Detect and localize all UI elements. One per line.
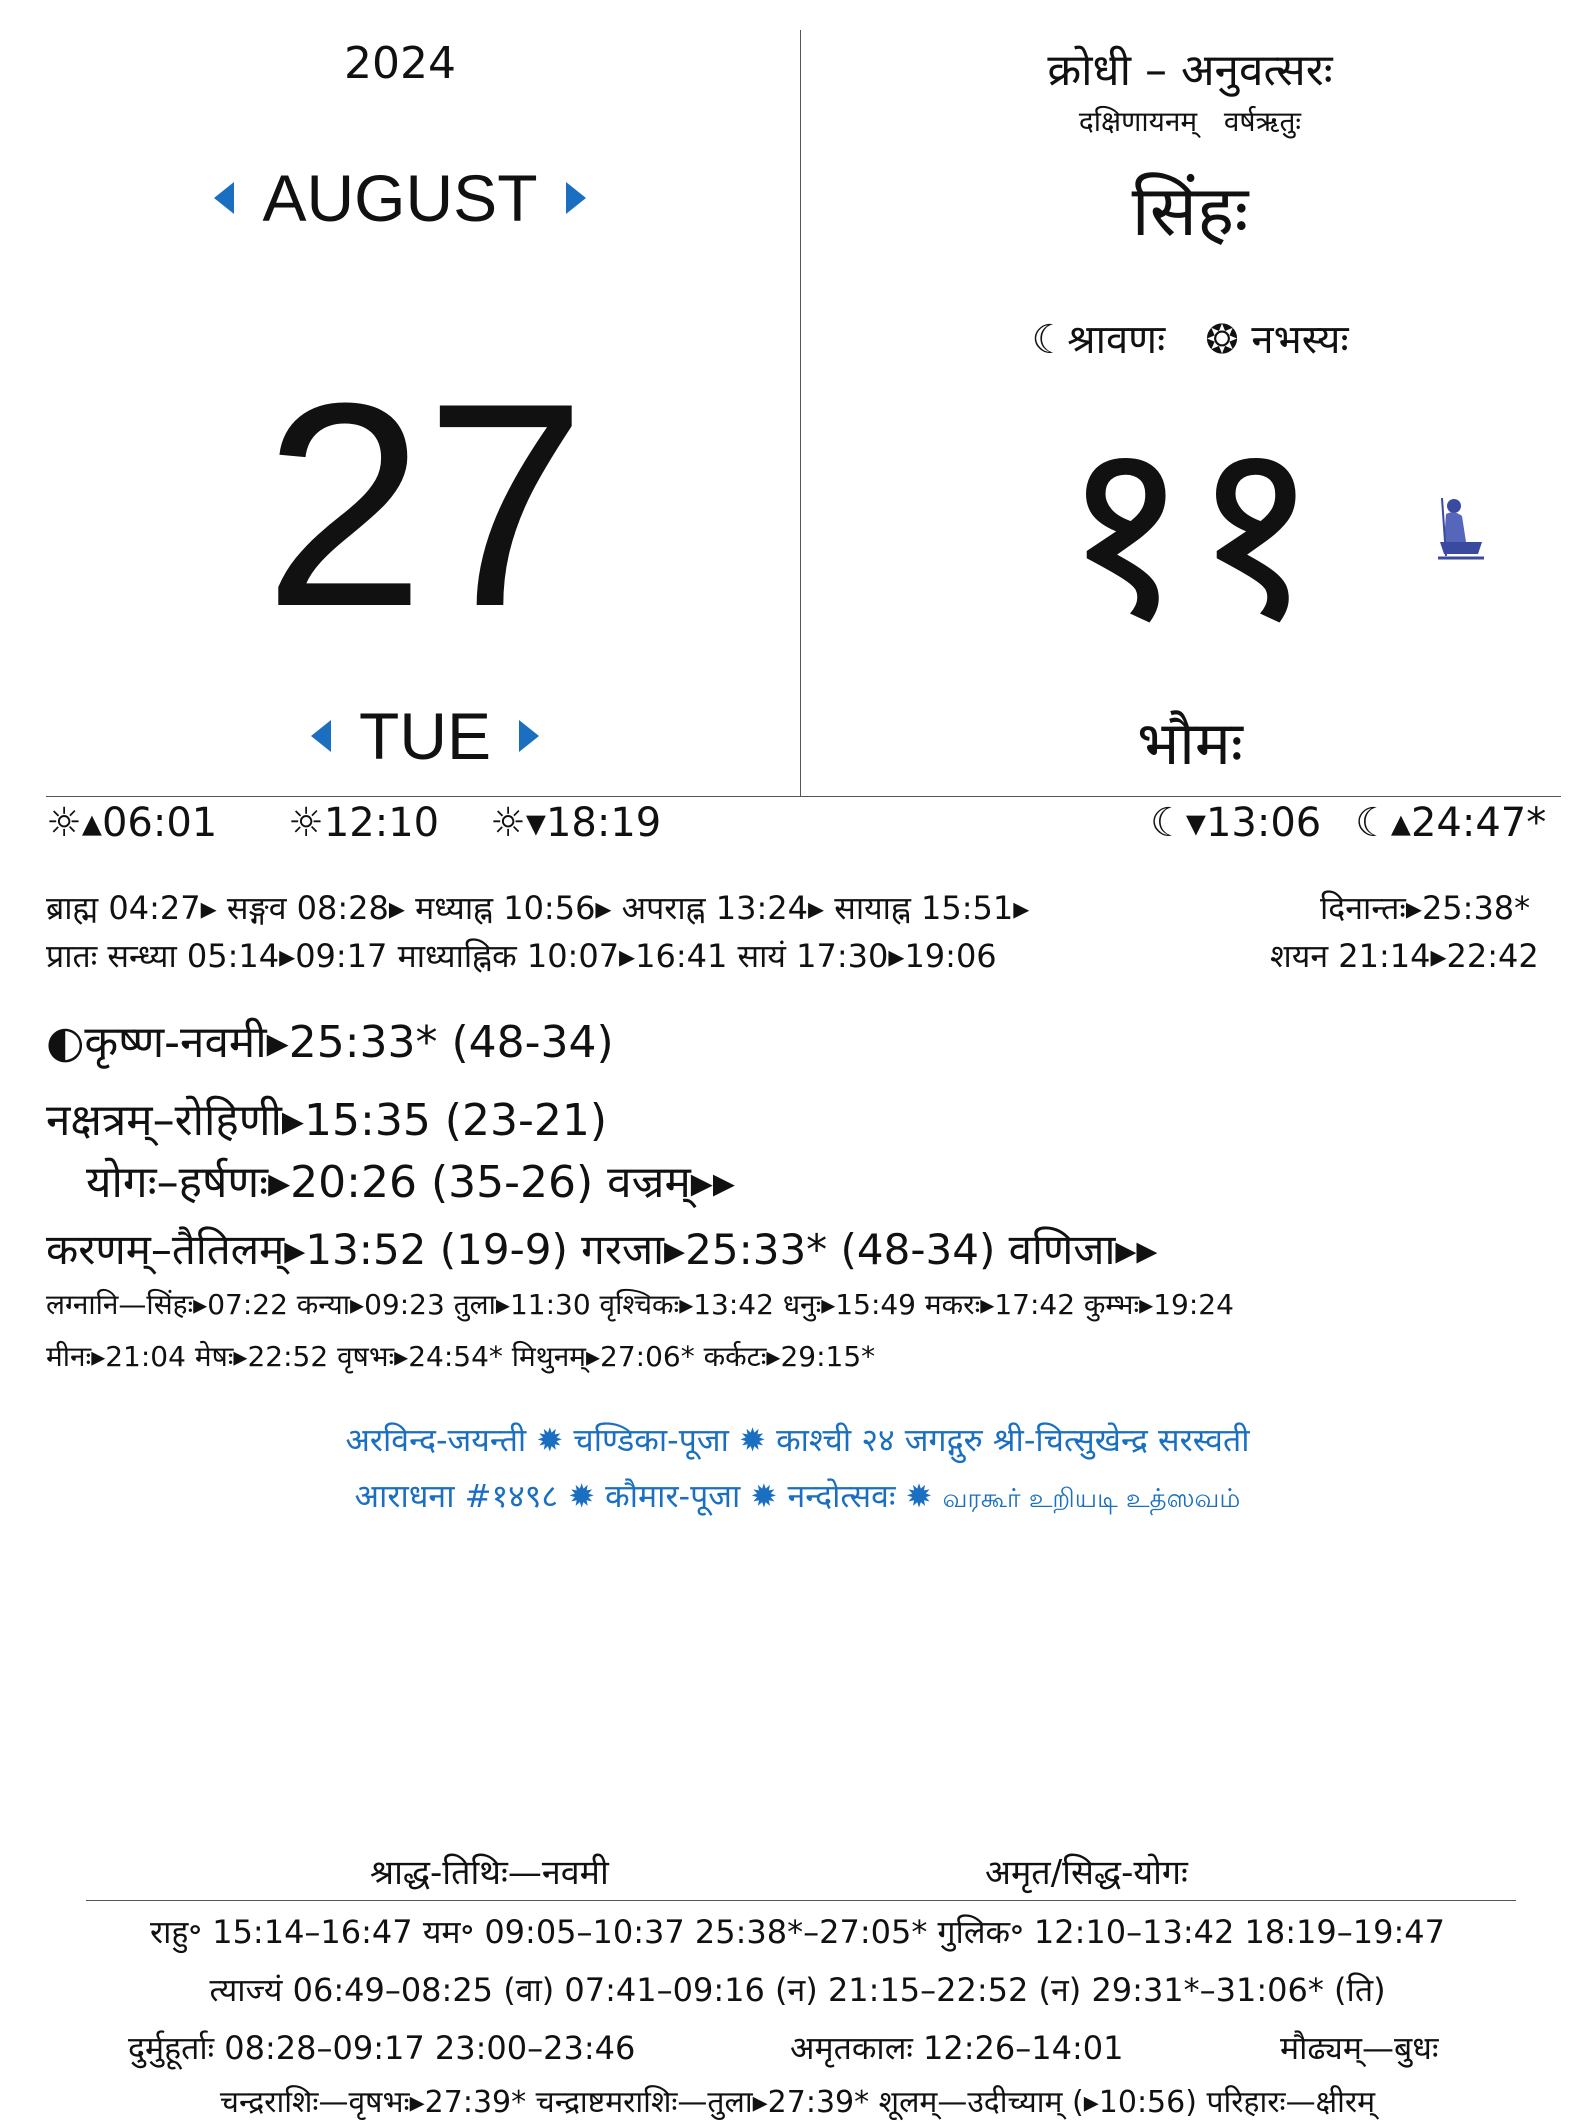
footer-divider	[86, 1900, 1516, 1901]
lagna-line2: मीनः▸21:04 मेषः▸22:52 वृषभः▸24:54* मिथुन…	[46, 1340, 876, 1373]
shayana: शयन 21:14▸22:42	[1270, 937, 1539, 975]
solar-month: ❂ नभस्यः	[1205, 317, 1349, 363]
vertical-divider	[800, 30, 801, 796]
weekday-label: TUE	[359, 699, 491, 773]
kala-line1: ब्राह्म 04:27▸ सङ्गव 08:28▸ मध्याह्न 10:…	[46, 889, 1030, 927]
moonset: ☾▾13:06	[1150, 800, 1322, 846]
next-month-icon[interactable]	[565, 182, 586, 214]
year: 2024	[344, 38, 456, 89]
maudhya: मौढ्यम्—बुधः	[1280, 2029, 1439, 2067]
footer-line1: राहु॰ 15:14–16:47 यम॰ 09:05–10:37 25:38*…	[150, 1913, 1445, 1951]
rashi-month: सिंहः	[1131, 170, 1249, 252]
month-nav: AUGUST	[0, 160, 800, 236]
festival-line2-tamil: வரகூர் உறியடி உத்ஸவம்	[942, 1484, 1241, 1514]
samvatsara: क्रोधी – अनुवत्सरः	[1047, 45, 1333, 96]
kala-line2: प्रातः सन्ध्या 05:14▸09:17 माध्याह्निक 1…	[46, 937, 997, 975]
amritakala: अमृतकालः 12:26–14:01	[790, 2029, 1124, 2067]
moonrise: ☾▴24:47*	[1355, 800, 1547, 846]
month-label: AUGUST	[262, 161, 538, 235]
months-row: ☾श्रावणः ❂ नभस्यः	[810, 310, 1570, 365]
vara: भौमः	[1137, 709, 1243, 779]
durmuhurta: दुर्मुहूर्ताः 08:28–09:17 23:00–23:46	[128, 2029, 636, 2067]
sage-image	[1436, 496, 1486, 568]
lagna-line1: लग्नानि—सिंहः▸07:22 कन्या▸09:23 तुला▸11:…	[46, 1288, 1234, 1321]
dinanta: दिनान्तः▸25:38*	[1320, 889, 1531, 927]
day-number: 27	[263, 343, 587, 667]
prev-day-icon[interactable]	[311, 720, 331, 752]
next-day-icon[interactable]	[519, 720, 539, 752]
sunrise: ☼▴06:01	[46, 800, 218, 846]
footer-line4: चन्द्रराशिः—वृषभः▸27:39* चन्द्राष्टमराशि…	[219, 2085, 1376, 2120]
header-divider	[46, 796, 1561, 797]
sunset: ☼▾18:19	[490, 800, 662, 846]
ayana-ritu: दक्षिणायनम् वर्षऋतुः	[1078, 105, 1302, 138]
yoga: योगः–हर्षणः▸20:26 (35-26) वज्रम्▸▸	[86, 1157, 735, 1208]
lunar-month: ☾श्रावणः	[1031, 317, 1166, 363]
shraddha-tithi: श्राद्ध-तिथिः—नवमी	[370, 1853, 609, 1893]
nakshatra: नक्षत्रम्–रोहिणी▸15:35 (23-21)	[46, 1095, 607, 1146]
karana: करणम्–तैतिलम्▸13:52 (19-9) गरजा▸25:33* (…	[46, 1225, 1158, 1274]
noon: ☼12:10	[288, 800, 440, 846]
amrita-siddha-yoga: अमृत/सिद्ध-योगः	[985, 1853, 1188, 1893]
weekday-nav: TUE	[0, 698, 850, 774]
festival-line2: आराधना #१४९८ ✹ कौमार-पूजा ✹ नन्दोत्सवः ✹…	[0, 1474, 1595, 1517]
festival-line2-sanskrit: आराधना #१४९८ ✹ कौमार-पूजा ✹ नन्दोत्सवः ✹	[354, 1477, 943, 1515]
tithi: ◐कृष्ण-नवमी▸25:33* (48-34)	[46, 1017, 614, 1068]
footer-line2: त्याज्यं 06:49–08:25 (वा) 07:41–09:16 (न…	[209, 1971, 1386, 2009]
festival-line1: अरविन्द-जयन्ती ✹ चण्डिका-पूजा ✹ काश्ची २…	[345, 1421, 1250, 1459]
prev-month-icon[interactable]	[214, 182, 235, 214]
